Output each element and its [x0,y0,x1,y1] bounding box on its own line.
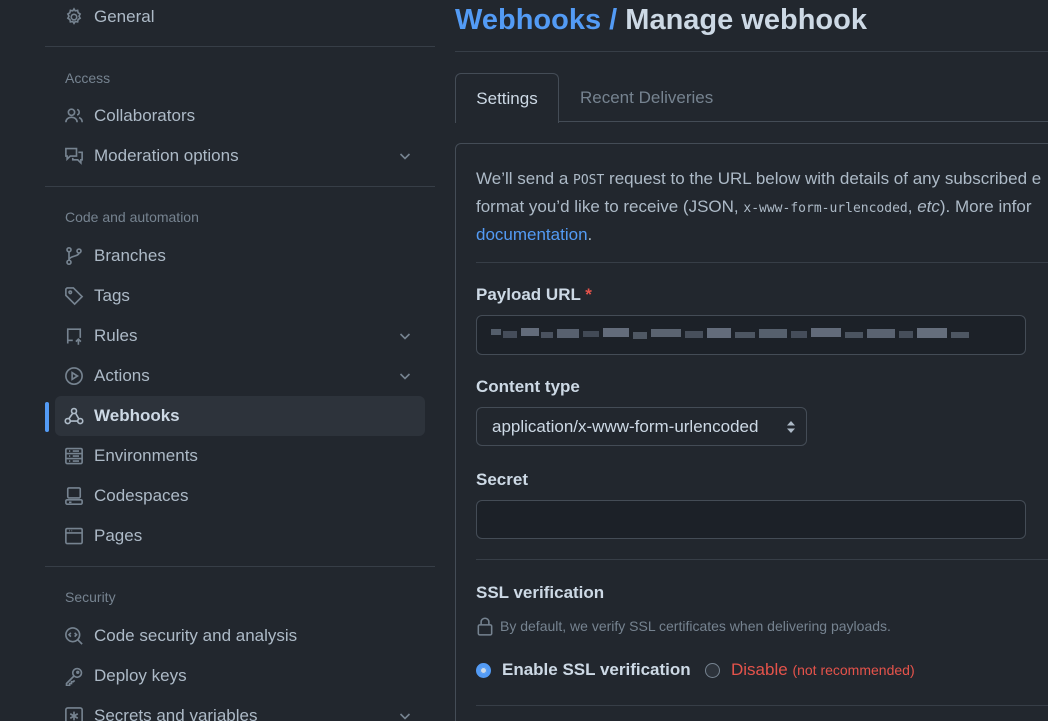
people-icon [64,106,84,126]
active-indicator [45,402,49,432]
section-divider [476,705,1048,706]
header-divider [455,51,1048,52]
content-type-label: Content type [476,377,580,396]
disable-ssl-label: Disable (not recommended) [731,660,915,680]
breadcrumb-separator: / [609,4,618,36]
sidebar-item-label: Webhooks [94,406,180,425]
sidebar-item-label: Codespaces [94,486,189,505]
sidebar-item-label: Branches [94,246,166,265]
codespaces-icon [64,486,84,506]
redacted-url-blur [491,328,969,339]
sidebar-item-label: Deploy keys [94,666,187,685]
tab-recent-deliveries[interactable]: Recent Deliveries [580,88,713,108]
sidebar-item-webhooks[interactable]: Webhooks [55,396,425,436]
sidebar-item-collaborators[interactable]: Collaborators [55,96,425,136]
not-recommended-text: (not recommended) [792,662,915,678]
sidebar-divider [45,566,435,567]
intro-text-part: , [907,197,918,216]
ssl-verification-label: SSL verification [476,583,605,602]
webhook-icon [64,406,84,426]
browser-icon [64,526,84,546]
sidebar-item-label: Collaborators [94,106,196,125]
payload-url-input[interactable] [476,315,1026,355]
lock-icon [477,617,493,636]
chevron-down-icon[interactable] [397,708,413,721]
secret-label: Secret [476,470,528,489]
sidebar-item-label: Moderation options [94,146,239,165]
sidebar-item-label: Pages [94,526,143,545]
post-code: POST [573,173,605,188]
sidebar-item-general[interactable]: General [55,0,425,37]
sidebar-item-label: General [94,7,155,26]
server-icon [64,446,84,466]
key-icon [64,666,84,686]
play-icon [64,366,84,386]
key-asterisk-icon [64,706,84,721]
sidebar-item-label: Environments [94,446,198,465]
sidebar-item-label: Tags [94,286,130,305]
intro-text-part: We’ll send a [476,169,574,188]
section-heading-code-automation: Code and automation [65,209,199,225]
breadcrumb-webhooks-link[interactable]: Webhooks [455,4,601,36]
chevron-down-icon[interactable] [397,148,413,164]
intro-text-part: . [587,225,593,244]
section-divider [476,559,1048,560]
sidebar-item-rules[interactable]: Rules [55,316,425,356]
sidebar-item-tags[interactable]: Tags [55,276,425,316]
intro-text-part: ). More infor [939,197,1032,216]
sidebar-item-environments[interactable]: Environments [55,436,425,476]
enable-ssl-label: Enable SSL verification [502,660,691,679]
intro-text-part: request to the URL below with details of… [604,169,1042,188]
page-title: Webhooks / Manage webhook [455,4,867,37]
content-type-select[interactable]: application/x-www-form-urlencoded [476,407,807,446]
sidebar-item-codespaces[interactable]: Codespaces [55,476,425,516]
content-type-code: x-www-form-urlencoded [743,201,908,216]
radio-unchecked-icon[interactable] [705,662,720,678]
section-heading-access: Access [65,70,111,86]
label-text: Payload URL [476,285,581,304]
sidebar-item-branches[interactable]: Branches [55,236,425,276]
sidebar-item-code-security[interactable]: Code security and analysis [55,616,425,656]
sidebar-divider [45,186,435,187]
sidebar-item-secrets-variables[interactable]: Secrets and variables [55,696,425,721]
secret-input[interactable] [476,500,1026,539]
intro-text: We’ll send a POST request to the URL bel… [476,166,1048,248]
required-marker: * [585,285,592,304]
ssl-note: By default, we verify SSL certificates w… [476,616,891,636]
section-divider [476,262,1048,263]
sidebar-item-pages[interactable]: Pages [55,516,425,556]
comment-discussion-icon [64,146,84,166]
codescan-icon [64,626,84,646]
chevron-down-icon[interactable] [397,328,413,344]
radio-checked-icon[interactable] [476,662,491,678]
sidebar-item-label: Code security and analysis [94,626,298,645]
page-title-text: Manage webhook [625,4,867,36]
gear-icon [64,7,84,27]
disable-ssl-text: Disable [731,660,788,679]
repo-push-icon [64,326,84,346]
tag-icon [64,286,84,306]
ssl-note-text: By default, we verify SSL certificates w… [500,618,891,634]
sidebar-divider [45,46,435,47]
settings-page: General Access Collaborators Moderation … [0,0,1048,721]
disable-ssl-option[interactable]: Disable (not recommended) [705,660,915,680]
git-branch-icon [64,246,84,266]
sidebar-item-label: Secrets and variables [94,706,258,721]
intro-text-part: format you’d like to receive (JSON, [476,197,744,216]
tab-settings[interactable]: Settings [455,73,559,123]
payload-url-label: Payload URL * [476,285,592,305]
content-type-value: application/x-www-form-urlencoded [492,416,759,436]
sidebar-item-moderation-options[interactable]: Moderation options [55,136,425,176]
sidebar-item-actions[interactable]: Actions [55,356,425,396]
enable-ssl-option[interactable]: Enable SSL verification [476,660,691,680]
sidebar-item-deploy-keys[interactable]: Deploy keys [55,656,425,696]
sidebar-item-label: Rules [94,326,138,345]
chevron-down-icon[interactable] [397,368,413,384]
etc-text: etc [917,197,940,216]
select-arrows-icon [787,421,795,433]
section-heading-security: Security [65,589,116,605]
sidebar-item-label: Actions [94,366,150,385]
documentation-link[interactable]: documentation [476,225,588,244]
settings-sidebar: General Access Collaborators Moderation … [45,0,435,721]
